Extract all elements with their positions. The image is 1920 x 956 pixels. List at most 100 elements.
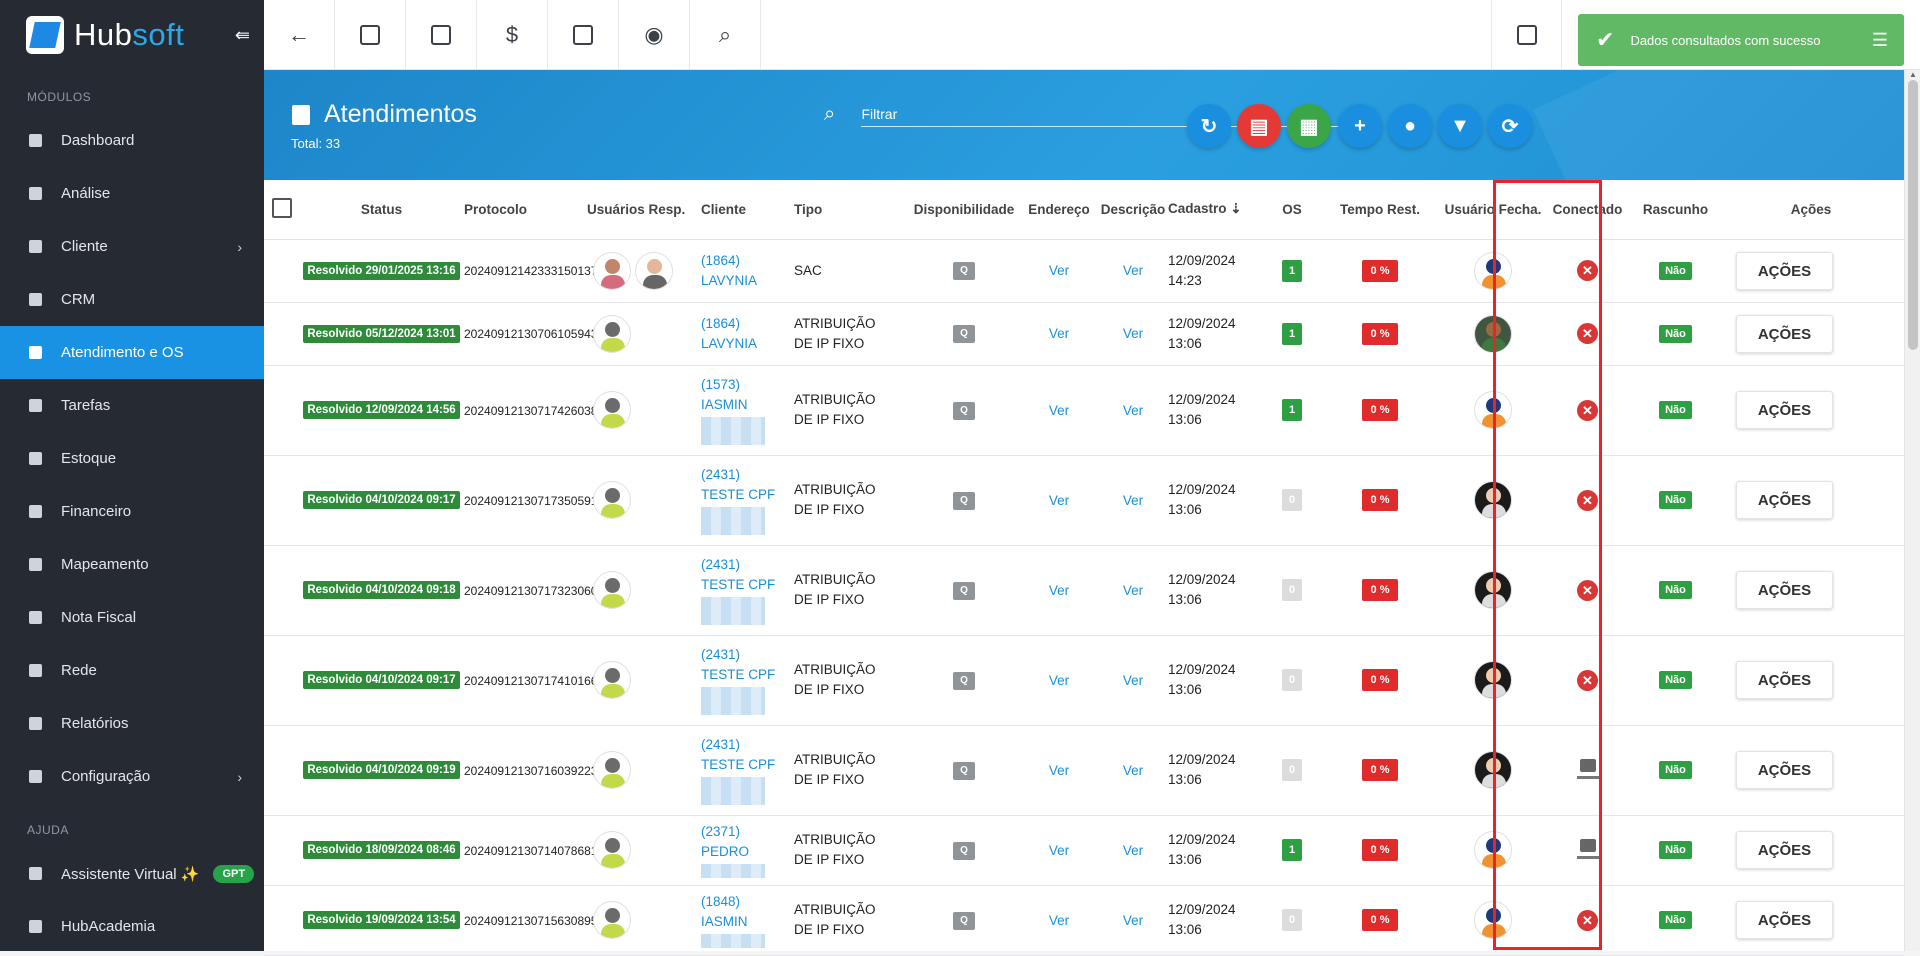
brand[interactable]: Hubsoft ⇚ [0,0,264,70]
eye-icon[interactable]: ◉ [619,0,690,70]
filter-icon[interactable]: ▼ [1438,104,1482,148]
os-badge[interactable]: 0 [1282,909,1302,931]
column-header[interactable]: Ações [1718,180,1904,240]
client-name[interactable]: IASMIN [701,914,748,929]
column-header[interactable]: Tempo Rest. [1316,180,1444,240]
sync-icon[interactable]: ↻ [1187,104,1231,148]
descricao-link[interactable]: Ver [1123,493,1143,508]
column-header[interactable]: Descrição [1098,180,1168,240]
client-link[interactable]: (1864) LAVYNIA [701,316,757,351]
add-icon[interactable]: + [1338,104,1382,148]
column-header[interactable]: Tipo [794,180,908,240]
table-row[interactable]: Resolvido 04/10/2024 09:18 20240912130717… [264,545,1904,636]
sidebar-item-assistente-virtual[interactable]: Assistente Virtual ✨ GPT [0,847,264,900]
sidebar-item-nota-fiscal[interactable]: Nota Fiscal [0,591,264,644]
terminal-icon[interactable] [548,0,619,70]
table-row[interactable]: Resolvido 04/10/2024 09:17 20240912130717… [264,455,1904,546]
descricao-link[interactable]: Ver [1123,673,1143,688]
acoes-button[interactable]: AÇÕES [1736,831,1833,869]
column-header[interactable]: OS [1268,180,1316,240]
back-arrow-icon[interactable]: ← [264,0,335,70]
descricao-link[interactable]: Ver [1123,843,1143,858]
client-name[interactable]: TESTE CPF [701,667,775,682]
descricao-link[interactable]: Ver [1123,403,1143,418]
client-id[interactable]: (2431) [701,737,740,752]
column-header[interactable]: Usuários Resp. [587,180,701,240]
client-name[interactable]: PEDRO [701,844,749,859]
sidebar-item-dashboard[interactable]: Dashboard [0,114,264,167]
sidebar-item-configura-o[interactable]: Configuração › [0,750,264,803]
scrollbar[interactable]: ▲ [1904,70,1920,951]
disponibilidade-badge[interactable]: Q [953,671,975,690]
descricao-link[interactable]: Ver [1123,263,1143,278]
descricao-link[interactable]: Ver [1123,763,1143,778]
client-link[interactable]: (1864) LAVYNIA [701,253,757,288]
table-row[interactable]: Resolvido 19/09/2024 13:54 20240912130715… [264,885,1904,956]
sidebar-item-estoque[interactable]: Estoque [0,432,264,485]
client-link[interactable]: (2431) TESTE CPF [701,557,775,592]
os-badge[interactable]: 0 [1282,489,1302,511]
client-id[interactable]: (1573) [701,377,740,392]
column-header[interactable]: Cadastro ⇣ [1168,180,1268,240]
endereco-link[interactable]: Ver [1049,843,1069,858]
acoes-button[interactable]: AÇÕES [1736,391,1833,429]
endereco-link[interactable]: Ver [1049,673,1069,688]
client-id[interactable]: (1864) [701,253,740,268]
column-header[interactable]: Protocolo [464,180,587,240]
client-name[interactable]: LAVYNIA [701,336,757,351]
disponibilidade-badge[interactable]: Q [953,325,975,343]
sidebar-item-crm[interactable]: CRM [0,273,264,326]
client-id[interactable]: (2371) [701,824,740,839]
client-link[interactable]: (2371) PEDRO [701,824,749,859]
search-icon[interactable]: ⌕ [690,0,761,70]
column-header[interactable]: Disponibilidade [908,180,1020,240]
os-badge[interactable]: 0 [1282,759,1302,781]
descricao-link[interactable]: Ver [1123,326,1143,341]
sidebar-item-tarefas[interactable]: Tarefas [0,379,264,432]
client-name[interactable]: TESTE CPF [701,577,775,592]
client-link[interactable]: (2431) TESTE CPF [701,647,775,682]
disponibilidade-badge[interactable]: Q [953,761,975,780]
export-excel-icon[interactable]: ▦ [1287,104,1331,148]
endereco-link[interactable]: Ver [1049,763,1069,778]
os-badge[interactable]: 1 [1282,259,1302,282]
sidebar-item-an-lise[interactable]: Análise [0,167,264,220]
descricao-link[interactable]: Ver [1123,913,1143,928]
sidebar-item-financeiro[interactable]: Financeiro [0,485,264,538]
column-header[interactable]: Cliente [701,180,794,240]
column-header[interactable]: Conectado [1542,180,1633,240]
collapse-menu-icon[interactable]: ⇚ [235,25,250,46]
disponibilidade-badge[interactable]: Q [953,911,975,930]
table-row[interactable]: Resolvido 29/01/2025 13:16 20240912142333… [264,239,1904,303]
client-name[interactable]: TESTE CPF [701,757,775,772]
acoes-button[interactable]: AÇÕES [1736,661,1833,699]
os-badge[interactable]: 0 [1282,669,1302,691]
table-row[interactable]: Resolvido 05/12/2024 13:01 20240912130706… [264,302,1904,366]
client-name[interactable]: TESTE CPF [701,487,775,502]
user-icon[interactable]: ● [1388,104,1432,148]
endereco-link[interactable]: Ver [1049,493,1069,508]
select-all-checkbox[interactable] [264,180,299,240]
contact-card-icon[interactable] [335,0,406,70]
table-row[interactable]: Resolvido 04/10/2024 09:17 20240912130717… [264,635,1904,726]
os-badge[interactable]: 1 [1282,839,1302,861]
client-link[interactable]: (1848) IASMIN [701,894,748,929]
sort-desc-icon[interactable]: ⇣ [1227,201,1241,216]
client-link[interactable]: (2431) TESTE CPF [701,467,775,502]
disponibilidade-badge[interactable]: Q [953,841,975,860]
acoes-button[interactable]: AÇÕES [1736,571,1833,609]
sidebar-item-hubacademia[interactable]: HubAcademia [0,900,264,953]
endereco-link[interactable]: Ver [1049,913,1069,928]
disponibilidade-badge[interactable]: Q [953,491,975,510]
sidebar-item-mapeamento[interactable]: Mapeamento [0,538,264,591]
client-name[interactable]: LAVYNIA [701,273,757,288]
client-id[interactable]: (2431) [701,557,740,572]
client-id[interactable]: (2431) [701,467,740,482]
table-row[interactable]: Resolvido 18/09/2024 08:46 20240912130714… [264,815,1904,886]
disponibilidade-badge[interactable]: Q [953,581,975,600]
sidebar-item-relat-rios[interactable]: Relatórios [0,697,264,750]
sidebar-item-cliente[interactable]: Cliente › [0,220,264,273]
endereco-link[interactable]: Ver [1049,583,1069,598]
client-id[interactable]: (2431) [701,647,740,662]
acoes-button[interactable]: AÇÕES [1736,751,1833,789]
